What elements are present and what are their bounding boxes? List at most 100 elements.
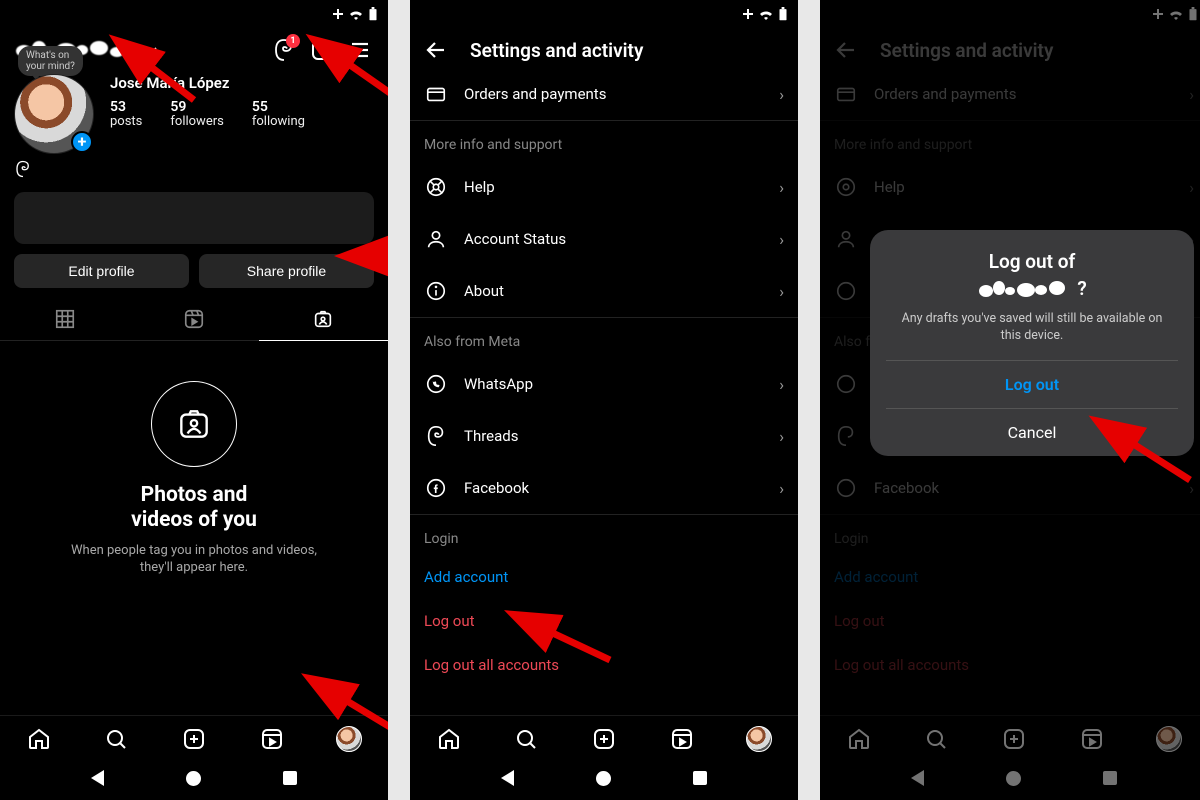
- dialog-cancel-button[interactable]: Cancel: [886, 408, 1178, 456]
- android-back[interactable]: [911, 770, 924, 786]
- nav-home[interactable]: [26, 726, 52, 752]
- wifi-icon: [758, 8, 774, 20]
- display-name: José María López: [110, 74, 374, 92]
- avatar-icon: [746, 726, 772, 752]
- edit-profile-button[interactable]: Edit profile: [14, 254, 189, 288]
- threads-icon: [425, 425, 447, 447]
- data-plus-icon: [1152, 8, 1164, 20]
- section-login: Login: [410, 514, 798, 555]
- logout-dialog: Log out of ? Any drafts you've saved wil…: [870, 230, 1194, 456]
- plus-square-icon: [182, 727, 206, 751]
- share-profile-button[interactable]: Share profile: [199, 254, 374, 288]
- threads-small-icon[interactable]: [14, 160, 32, 178]
- nav-profile[interactable]: [336, 726, 362, 752]
- link-add-account[interactable]: Add account: [410, 555, 798, 599]
- badge: 1: [286, 34, 300, 48]
- battery-icon: [368, 7, 378, 21]
- facebook-icon: [425, 477, 447, 499]
- card-icon: [835, 83, 857, 105]
- android-recent[interactable]: [1103, 771, 1117, 785]
- link-logout[interactable]: Log out: [410, 599, 798, 643]
- android-back[interactable]: [501, 770, 514, 786]
- person-icon: [425, 228, 447, 250]
- item-orders[interactable]: Orders and payments ›: [410, 68, 798, 120]
- tab-tagged[interactable]: [259, 298, 388, 341]
- settings-title: Settings and activity: [470, 39, 643, 62]
- search-icon: [514, 727, 538, 751]
- threads-button[interactable]: 1: [270, 36, 298, 64]
- nav-profile[interactable]: [746, 726, 772, 752]
- android-recent[interactable]: [693, 771, 707, 785]
- data-plus-icon: [742, 8, 754, 20]
- reels-icon: [260, 727, 284, 751]
- nav-home[interactable]: [436, 726, 462, 752]
- android-home[interactable]: [1006, 771, 1021, 786]
- chevron-right-icon: ›: [779, 85, 784, 104]
- add-story-icon[interactable]: +: [71, 131, 93, 153]
- item-account-status[interactable]: Account Status›: [410, 213, 798, 265]
- plus-square-icon: [310, 38, 334, 62]
- dialog-logout-button[interactable]: Log out: [886, 360, 1178, 408]
- chevron-down-icon[interactable]: [144, 42, 160, 58]
- link-logout-all[interactable]: Log out all accounts: [410, 643, 798, 687]
- item-about[interactable]: About›: [410, 265, 798, 317]
- stat-following[interactable]: 55following: [252, 100, 305, 130]
- dialog-sub: Any drafts you've saved will still be av…: [892, 311, 1172, 344]
- empty-state: Photos and videos of you When people tag…: [0, 341, 388, 715]
- stat-posts[interactable]: 53posts: [110, 100, 142, 130]
- home-icon: [27, 727, 51, 751]
- help-icon: [425, 176, 447, 198]
- item-whatsapp[interactable]: WhatsApp›: [410, 358, 798, 410]
- grid-icon: [54, 308, 76, 330]
- story-bubble[interactable]: What's on your mind?: [18, 46, 83, 76]
- info-icon: [425, 280, 447, 302]
- nav-reels[interactable]: [259, 726, 285, 752]
- tab-reels[interactable]: [129, 298, 258, 341]
- home-icon: [437, 727, 461, 751]
- username-redacted: [977, 279, 1077, 301]
- nav-create[interactable]: [591, 726, 617, 752]
- data-plus-icon: [332, 8, 344, 20]
- avatar-icon: [336, 726, 362, 752]
- battery-icon: [778, 7, 788, 21]
- back-arrow-icon[interactable]: [424, 38, 448, 62]
- stat-followers[interactable]: 59followers: [170, 100, 223, 130]
- search-icon: [104, 727, 128, 751]
- status-bar: [0, 0, 388, 28]
- nav-create[interactable]: [181, 726, 207, 752]
- screen-logout-dialog: Settings and activity Orders and payment…: [820, 0, 1200, 800]
- nav-search[interactable]: [513, 726, 539, 752]
- section-support: More info and support: [410, 120, 798, 161]
- tab-grid[interactable]: [0, 298, 129, 341]
- screen-settings: Settings and activity Orders and payment…: [410, 0, 798, 800]
- back-arrow-icon: [834, 38, 858, 62]
- empty-title: Photos and videos of you: [131, 483, 257, 533]
- create-button[interactable]: [308, 36, 336, 64]
- battery-icon: [1188, 7, 1198, 21]
- item-help[interactable]: Help›: [410, 161, 798, 213]
- hamburger-button[interactable]: [346, 36, 374, 64]
- android-recent[interactable]: [283, 771, 297, 785]
- item-facebook[interactable]: Facebook›: [410, 462, 798, 514]
- wifi-icon: [1168, 8, 1184, 20]
- settings-title: Settings and activity: [880, 39, 1053, 62]
- nav-search[interactable]: [103, 726, 129, 752]
- hamburger-icon: [348, 38, 372, 62]
- reels-icon: [670, 727, 694, 751]
- android-back[interactable]: [91, 770, 104, 786]
- card-icon: [425, 83, 447, 105]
- plus-square-icon: [592, 727, 616, 751]
- nav-reels[interactable]: [669, 726, 695, 752]
- bio-box[interactable]: [14, 192, 374, 244]
- avatar[interactable]: +: [14, 74, 94, 154]
- reels-icon: [183, 308, 205, 330]
- wifi-icon: [348, 8, 364, 20]
- tagged-large-icon: [175, 405, 213, 443]
- android-nav: [0, 758, 388, 800]
- android-home[interactable]: [596, 771, 611, 786]
- android-home[interactable]: [186, 771, 201, 786]
- item-threads[interactable]: Threads›: [410, 410, 798, 462]
- section-meta: Also from Meta: [410, 317, 798, 358]
- status-bar: [410, 0, 798, 28]
- whatsapp-icon: [425, 373, 447, 395]
